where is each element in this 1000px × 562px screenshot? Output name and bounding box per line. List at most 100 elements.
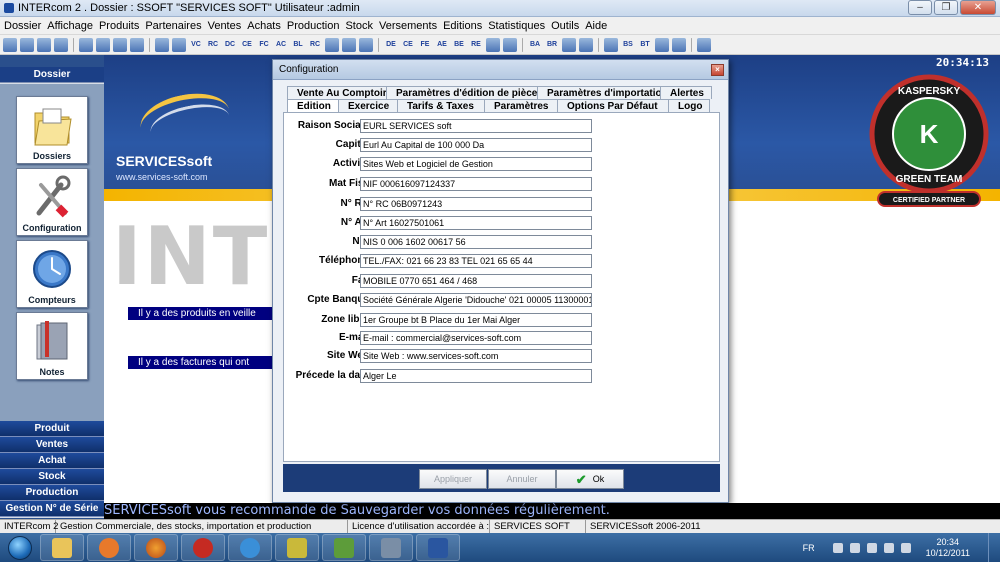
transfer-icon[interactable] — [604, 37, 618, 52]
notice-invoices[interactable]: Il y a des factures qui ont — [128, 356, 274, 369]
taskbar-media[interactable] — [87, 534, 131, 561]
tab-alertes[interactable]: Alertes — [660, 86, 712, 99]
sidebar-button-ventes[interactable]: Ventes — [0, 437, 104, 453]
tab-parametres[interactable]: Paramètres — [484, 99, 558, 112]
toolbar-bs-button[interactable]: BS — [621, 38, 635, 52]
refresh-icon[interactable] — [54, 37, 68, 52]
telephone-input[interactable]: TEL./FAX: 021 66 23 83 TEL 021 65 65 44 — [360, 254, 592, 268]
toolbar-rc2-button[interactable]: RC — [308, 38, 322, 52]
toolbar-rc-button[interactable]: RC — [206, 38, 220, 52]
toolbar-fe-button[interactable]: FE — [418, 38, 432, 52]
taskbar-firefox[interactable] — [134, 534, 178, 561]
tab-options-par-defaut[interactable]: Options Par Défaut — [557, 99, 669, 112]
menu-dossier[interactable]: Dossier — [4, 20, 41, 32]
sidebar-tile-compteurs[interactable]: Compteurs — [16, 240, 88, 308]
sidebar-button-stock[interactable]: Stock — [0, 469, 104, 485]
counter-icon[interactable] — [37, 37, 51, 52]
exit-icon[interactable] — [697, 37, 711, 52]
tab-edition[interactable]: Edition — [287, 99, 339, 112]
mat-fisc-input[interactable]: NIF 000616097124337 — [360, 177, 592, 191]
menu-versements[interactable]: Versements — [379, 20, 437, 32]
client-icon[interactable] — [96, 37, 110, 52]
precede-date-input[interactable]: Alger Le — [360, 369, 592, 383]
print-icon[interactable] — [155, 37, 169, 52]
menu-ventes[interactable]: Ventes — [208, 20, 242, 32]
menu-stock[interactable]: Stock — [345, 20, 373, 32]
toolbar-de-button[interactable]: DE — [384, 38, 398, 52]
stats-icon[interactable] — [359, 37, 373, 52]
tab-vente-au-comptoir[interactable]: Vente Au Comptoir — [287, 86, 387, 99]
tab-parametres-importation[interactable]: Paramètres d'importation — [537, 86, 668, 99]
box-icon[interactable] — [325, 37, 339, 52]
stock-icon[interactable] — [562, 37, 576, 52]
cash-icon[interactable] — [172, 37, 186, 52]
cancel-button[interactable]: Annuler — [488, 469, 556, 489]
tab-exercice[interactable]: Exercice — [338, 99, 398, 112]
sidebar-button-produit[interactable]: Produit — [0, 421, 104, 437]
security-icon[interactable] — [849, 542, 860, 553]
sidebar-button-gestion-serie[interactable]: Gestion N° de Série — [0, 501, 104, 517]
site-web-input[interactable]: Site Web : www.services-soft.com — [360, 349, 592, 363]
show-desktop-button[interactable] — [988, 533, 1000, 562]
taskbar-dreamweaver[interactable] — [322, 534, 366, 561]
product-icon[interactable] — [79, 37, 93, 52]
minimize-button[interactable]: – — [908, 0, 932, 15]
menu-aide[interactable]: Aide — [585, 20, 607, 32]
taskbar-network[interactable] — [369, 534, 413, 561]
open-folder-icon[interactable] — [3, 37, 17, 52]
taskbar-explorer[interactable] — [40, 534, 84, 561]
sidebar-button-production[interactable]: Production — [0, 485, 104, 501]
volume-icon[interactable] — [900, 542, 911, 553]
nis-input[interactable]: NIS 0 006 1602 00617 56 — [360, 235, 592, 249]
taskbar-intercom[interactable] — [416, 534, 460, 561]
toolbar-ba-button[interactable]: BA — [528, 38, 542, 52]
menu-produits[interactable]: Produits — [99, 20, 139, 32]
menu-outils[interactable]: Outils — [551, 20, 579, 32]
rc-input[interactable]: N° RC 06B0971243 — [360, 197, 592, 211]
apply-button[interactable]: Appliquer — [419, 469, 487, 489]
export-icon[interactable] — [503, 37, 517, 52]
production-icon[interactable] — [655, 37, 669, 52]
sidebar-tile-notes[interactable]: Notes — [16, 312, 88, 380]
sidebar-tile-dossiers[interactable]: Dossiers — [16, 96, 88, 164]
settings-icon[interactable] — [672, 37, 686, 52]
notice-products[interactable]: Il y a des produits en veille — [128, 307, 274, 320]
menu-production[interactable]: Production — [287, 20, 340, 32]
toolbar-vc-button[interactable]: VC — [189, 38, 203, 52]
tab-parametres-edition-pieces[interactable]: Paramètres d'édition de pièces — [386, 86, 543, 99]
menu-achats[interactable]: Achats — [247, 20, 281, 32]
taskbar-ie[interactable] — [228, 534, 272, 561]
supplier-icon[interactable] — [113, 37, 127, 52]
battery-icon[interactable] — [883, 542, 894, 553]
toolbar-bt-button[interactable]: BT — [638, 38, 652, 52]
sidebar-tile-configuration[interactable]: Configuration — [16, 168, 88, 236]
toolbar-ce2-button[interactable]: CE — [401, 38, 415, 52]
flag-icon[interactable] — [832, 542, 843, 553]
ok-button[interactable]: ✔ Ok — [556, 469, 624, 489]
toolbar-ae-button[interactable]: AE — [435, 38, 449, 52]
dialog-close-button[interactable]: × — [711, 64, 724, 76]
zone-libre-input[interactable]: 1er Groupe bt B Place du 1er Mai Alger — [360, 313, 592, 327]
toolbar-re-button[interactable]: RE — [469, 38, 483, 52]
email-input[interactable]: E-mail : commercial@services-soft.com — [360, 331, 592, 345]
menu-statistiques[interactable]: Statistiques — [488, 20, 545, 32]
toolbar-ce-button[interactable]: CE — [240, 38, 254, 52]
toolbar-br-button[interactable]: BR — [545, 38, 559, 52]
taskbar-app-red[interactable] — [181, 534, 225, 561]
cpte-banque-input[interactable]: Société Générale Algerie 'Didouche' 021 … — [360, 293, 592, 307]
start-button[interactable] — [0, 533, 40, 562]
taskbar-fireworks[interactable] — [275, 534, 319, 561]
inventory-icon[interactable] — [579, 37, 593, 52]
toolbar-be-button[interactable]: BE — [452, 38, 466, 52]
network-status-icon[interactable] — [866, 542, 877, 553]
import-icon[interactable] — [486, 37, 500, 52]
activite-input[interactable]: Sites Web et Logiciel de Gestion — [360, 157, 592, 171]
fax-input[interactable]: MOBILE 0770 651 464 / 468 — [360, 274, 592, 288]
close-button[interactable]: ✕ — [960, 0, 996, 15]
raison-sociale-input[interactable]: EURL SERVICES soft — [360, 119, 592, 133]
database-icon[interactable] — [130, 37, 144, 52]
art-input[interactable]: N° Art 16027501061 — [360, 216, 592, 230]
tab-tarifs-taxes[interactable]: Tarifs & Taxes — [397, 99, 485, 112]
toolbar-dc-button[interactable]: DC — [223, 38, 237, 52]
tools-icon[interactable] — [20, 37, 34, 52]
